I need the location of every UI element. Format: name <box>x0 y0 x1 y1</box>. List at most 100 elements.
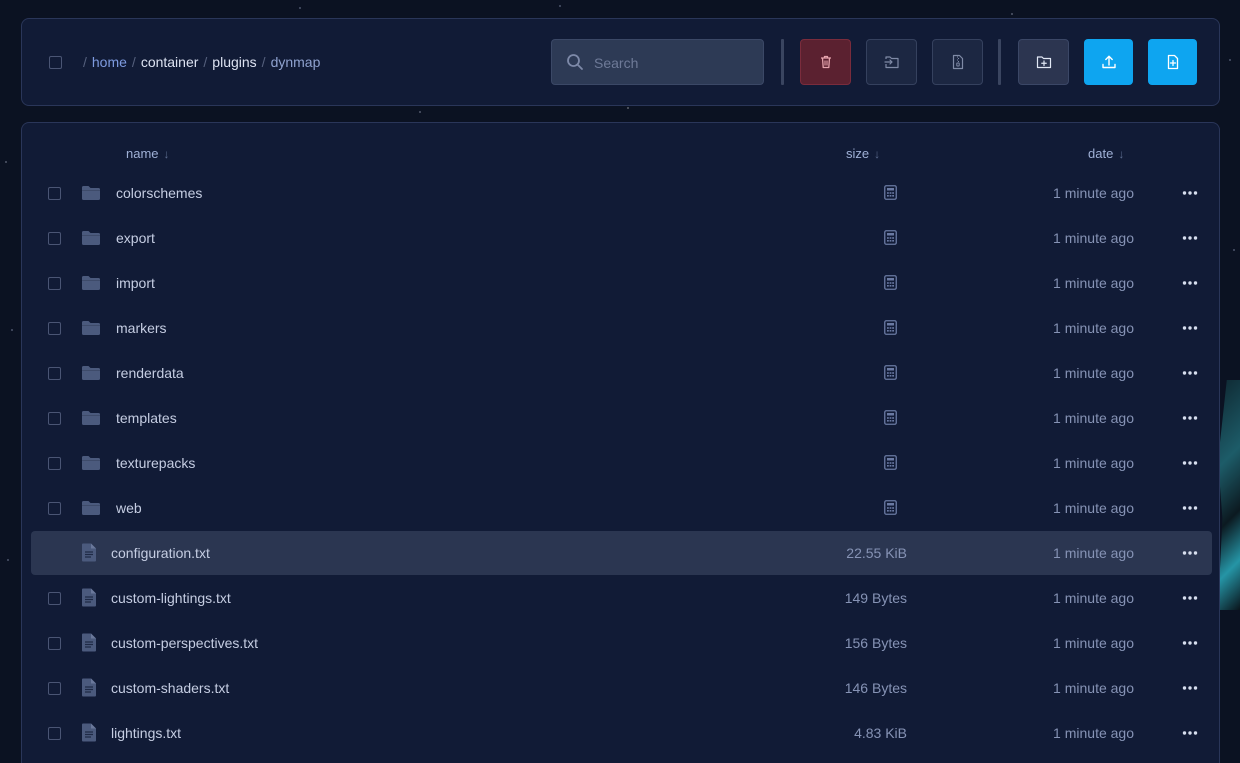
folder-row[interactable]: web 1 minute ago <box>31 486 1212 530</box>
calculator-icon[interactable] <box>884 410 897 425</box>
modified-date: 1 minute ago <box>1053 230 1134 246</box>
file-plus-icon <box>1167 54 1178 70</box>
more-options-icon[interactable] <box>1181 635 1199 651</box>
archive-button[interactable] <box>932 39 983 85</box>
row-checkbox[interactable] <box>48 682 61 695</box>
move-button[interactable] <box>866 39 917 85</box>
folder-name[interactable]: renderdata <box>116 365 184 381</box>
new-folder-button[interactable] <box>1018 39 1069 85</box>
toolbar-divider <box>781 39 784 85</box>
upload-icon <box>1101 55 1116 69</box>
folder-icon <box>82 411 100 425</box>
column-header-date[interactable]: date ↓ <box>1088 146 1124 161</box>
file-name[interactable]: configuration.txt <box>111 545 210 561</box>
file-row[interactable]: configuration.txt 22.55 KiB 1 minute ago <box>31 531 1212 575</box>
file-name[interactable]: custom-perspectives.txt <box>111 635 258 651</box>
column-header-name[interactable]: name ↓ <box>126 146 170 161</box>
more-options-icon[interactable] <box>1181 590 1199 606</box>
folder-row[interactable]: texturepacks 1 minute ago <box>31 441 1212 485</box>
folder-icon <box>82 366 100 380</box>
file-name[interactable]: custom-shaders.txt <box>111 680 229 696</box>
folder-row[interactable]: export 1 minute ago <box>31 216 1212 260</box>
file-text-icon <box>82 678 96 697</box>
folder-icon <box>82 321 100 335</box>
folder-icon <box>82 456 100 470</box>
calculator-icon[interactable] <box>884 320 897 335</box>
folder-name[interactable]: export <box>116 230 155 246</box>
calculator-icon[interactable] <box>884 365 897 380</box>
archive-file-icon <box>952 54 963 70</box>
more-options-icon[interactable] <box>1181 455 1199 471</box>
file-row[interactable]: lightings.txt 4.83 KiB 1 minute ago <box>31 711 1212 755</box>
row-checkbox[interactable] <box>48 277 61 290</box>
breadcrumb-home[interactable]: home <box>92 54 127 70</box>
row-checkbox[interactable] <box>48 232 61 245</box>
search-box <box>551 39 764 85</box>
folder-name[interactable]: markers <box>116 320 167 336</box>
row-checkbox[interactable] <box>48 412 61 425</box>
calculator-icon[interactable] <box>884 500 897 515</box>
more-options-icon[interactable] <box>1181 545 1199 561</box>
calculator-icon[interactable] <box>884 275 897 290</box>
more-options-icon[interactable] <box>1181 230 1199 246</box>
calculator-icon[interactable] <box>884 455 897 470</box>
file-name[interactable]: custom-lightings.txt <box>111 590 231 606</box>
sort-arrow-icon: ↓ <box>163 147 170 161</box>
more-options-icon[interactable] <box>1181 185 1199 201</box>
row-checkbox[interactable] <box>48 322 61 335</box>
modified-date: 1 minute ago <box>1053 725 1134 741</box>
modified-date: 1 minute ago <box>1053 410 1134 426</box>
breadcrumb-separator: / <box>131 54 136 70</box>
row-checkbox[interactable] <box>48 187 61 200</box>
breadcrumb-container[interactable]: container <box>141 54 199 70</box>
folder-row[interactable]: templates 1 minute ago <box>31 396 1212 440</box>
row-checkbox[interactable] <box>48 367 61 380</box>
row-checkbox[interactable] <box>48 637 61 650</box>
more-options-icon[interactable] <box>1181 275 1199 291</box>
row-checkbox[interactable] <box>48 457 61 470</box>
breadcrumb: / home / container / plugins / dynmap <box>78 54 320 70</box>
row-checkbox[interactable] <box>48 502 61 515</box>
move-file-icon <box>883 56 899 69</box>
more-options-icon[interactable] <box>1181 410 1199 426</box>
folder-row[interactable]: markers 1 minute ago <box>31 306 1212 350</box>
folder-name[interactable]: import <box>116 275 155 291</box>
folder-name[interactable]: texturepacks <box>116 455 195 471</box>
sort-arrow-icon: ↓ <box>874 147 881 161</box>
more-options-icon[interactable] <box>1181 365 1199 381</box>
more-options-icon[interactable] <box>1181 320 1199 336</box>
column-header-size[interactable]: size ↓ <box>846 146 880 161</box>
folder-icon <box>82 501 100 515</box>
row-checkbox[interactable] <box>48 592 61 605</box>
column-header-size-label: size <box>846 146 870 161</box>
breadcrumb-separator: / <box>203 54 208 70</box>
folder-row[interactable]: import 1 minute ago <box>31 261 1212 305</box>
file-text-icon <box>82 543 96 562</box>
folder-row[interactable]: colorschemes 1 minute ago <box>31 171 1212 215</box>
folder-row[interactable]: renderdata 1 minute ago <box>31 351 1212 395</box>
calculator-icon[interactable] <box>884 185 897 200</box>
search-input[interactable] <box>592 52 761 74</box>
breadcrumb-plugins[interactable]: plugins <box>212 54 256 70</box>
file-row[interactable]: custom-lightings.txt 149 Bytes 1 minute ag… <box>31 576 1212 620</box>
background-ship-art <box>1218 380 1240 610</box>
more-options-icon[interactable] <box>1181 725 1199 741</box>
delete-button[interactable] <box>800 39 851 85</box>
more-options-icon[interactable] <box>1181 680 1199 696</box>
modified-date: 1 minute ago <box>1053 590 1134 606</box>
row-checkbox[interactable] <box>48 727 61 740</box>
trash-icon <box>820 55 831 69</box>
calculator-icon[interactable] <box>884 230 897 245</box>
breadcrumb-separator: / <box>261 54 266 70</box>
file-row[interactable]: custom-shaders.txt 146 Bytes 1 minute ago <box>31 666 1212 710</box>
select-all-checkbox[interactable] <box>49 56 62 69</box>
file-name[interactable]: lightings.txt <box>111 725 181 741</box>
more-options-icon[interactable] <box>1181 500 1199 516</box>
folder-name[interactable]: templates <box>116 410 177 426</box>
folder-name[interactable]: web <box>116 500 142 516</box>
upload-button[interactable] <box>1084 39 1133 85</box>
folder-name[interactable]: colorschemes <box>116 185 202 201</box>
new-file-button[interactable] <box>1148 39 1197 85</box>
file-row[interactable]: custom-perspectives.txt 156 Bytes 1 minute… <box>31 621 1212 665</box>
modified-date: 1 minute ago <box>1053 680 1134 696</box>
